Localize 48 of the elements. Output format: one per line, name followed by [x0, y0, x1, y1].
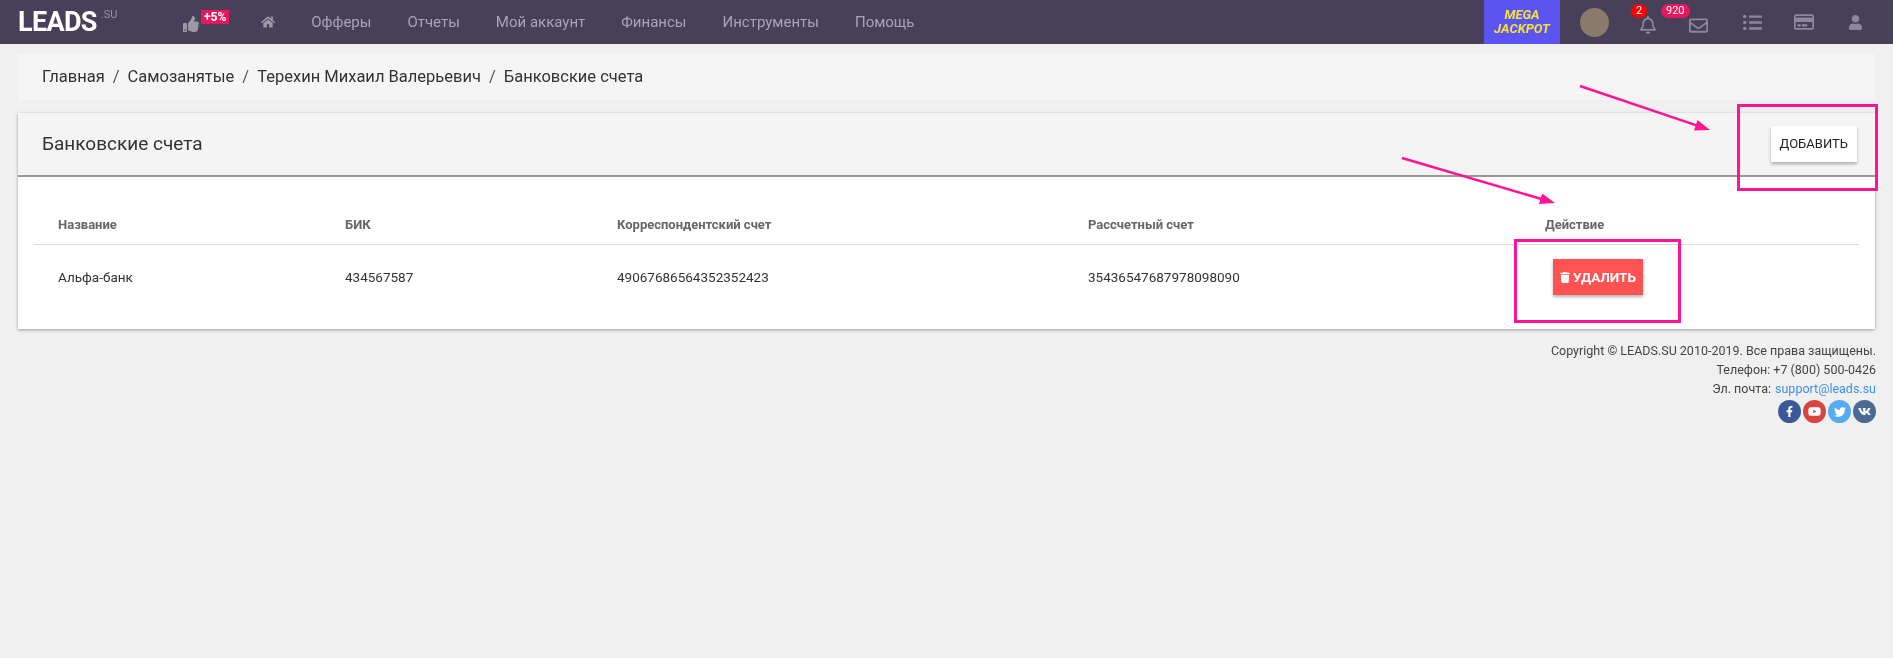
youtube-icon[interactable]: [1803, 400, 1826, 423]
current-page-label: Банковские счета: [503, 65, 644, 88]
message-badge: 920: [1661, 3, 1690, 18]
home-icon[interactable]: [261, 15, 276, 29]
avatar[interactable]: [1580, 7, 1609, 37]
breadcrumb-link[interactable]: Главная: [42, 64, 105, 90]
card-title: Банковские счета: [42, 130, 203, 157]
notification-badge: 2: [1631, 4, 1648, 18]
nav-link[interactable]: Офферы: [311, 10, 372, 34]
bonus-badge: +5%: [201, 10, 230, 24]
bell-icon[interactable]: [1639, 16, 1657, 34]
table-cell-text: Альфа-банк: [57, 267, 134, 287]
trash-icon: [1560, 271, 1570, 283]
email-link[interactable]: support@leads.su: [1775, 379, 1876, 398]
column-header: Корреспондентский счет: [616, 215, 773, 234]
logo[interactable]: LEADS: [18, 8, 97, 36]
breadcrumb-separator: /: [489, 65, 496, 88]
thumbs-up-icon[interactable]: [183, 16, 199, 32]
nav-link[interactable]: Отчеты: [407, 10, 460, 34]
copyright-text: Copyright © LEADS.SU 2010-2019. Все права защищены.: [1550, 342, 1876, 360]
breadcrumb-separator: /: [242, 65, 250, 88]
add-button[interactable]: ДОБАВИТЬ: [1770, 126, 1857, 162]
table-cell-text: 35436547687978098090: [1087, 267, 1241, 287]
jackpot-banner[interactable]: MEGA JACKPOT: [1484, 0, 1560, 44]
mail-icon[interactable]: [1689, 15, 1708, 35]
column-header: Название: [57, 215, 118, 234]
column-header: БИК: [344, 215, 372, 234]
column-header: Действие: [1544, 215, 1606, 234]
phone-text: Телефон: +7 (800) 500-0426: [1716, 361, 1876, 379]
breadcrumb-link[interactable]: Самозанятые: [127, 64, 235, 90]
list-icon[interactable]: [1743, 12, 1762, 32]
nav-link[interactable]: Инструменты: [722, 10, 819, 34]
email-label: Эл. почта:: [1712, 380, 1771, 398]
nav-link[interactable]: Помощь: [854, 10, 915, 34]
nav-link[interactable]: Финансы: [621, 10, 687, 34]
user-icon[interactable]: [1848, 14, 1863, 30]
table-cell-text: 434567587: [344, 267, 415, 287]
vk-icon[interactable]: [1853, 400, 1876, 423]
twitter-icon[interactable]: [1828, 400, 1851, 423]
card-icon[interactable]: [1794, 12, 1814, 32]
delete-button[interactable]: УДАЛИТЬ: [1553, 259, 1643, 295]
breadcrumb-link[interactable]: Терехин Михаил Валерьевич: [257, 64, 481, 90]
nav-link[interactable]: Мой аккаунт: [495, 10, 586, 34]
breadcrumb-separator: /: [112, 65, 120, 88]
table-cell-text: 49067686564352352423: [616, 267, 770, 287]
facebook-icon[interactable]: [1778, 400, 1801, 423]
column-header: Рассчетный счет: [1087, 215, 1195, 234]
logo-suffix: .SU: [100, 8, 118, 20]
